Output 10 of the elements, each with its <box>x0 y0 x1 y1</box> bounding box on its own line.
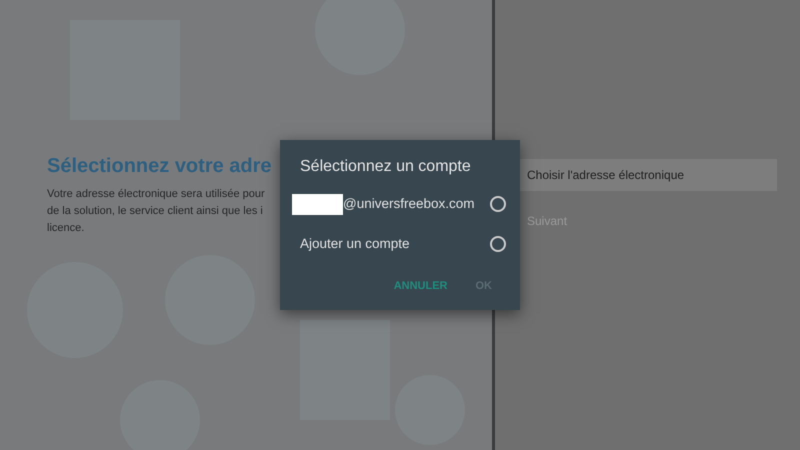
dialog-button[interactable]: ANNULER <box>394 278 448 295</box>
description-line: licence. <box>47 221 84 236</box>
radio-button[interactable] <box>490 236 506 252</box>
description-line: Votre adresse électronique sera utilisée pour <box>47 187 265 202</box>
page-title: Sélectionnez votre adre <box>47 154 272 178</box>
dialog-title: Sélectionnez un compte <box>300 157 472 176</box>
account-option[interactable]: Ajouter un compte <box>300 234 410 254</box>
description-line: de la solution, le service client ainsi que les i <box>47 204 263 219</box>
radio-button[interactable] <box>490 196 506 212</box>
account-option[interactable]: @universfreebox.com <box>343 194 475 214</box>
